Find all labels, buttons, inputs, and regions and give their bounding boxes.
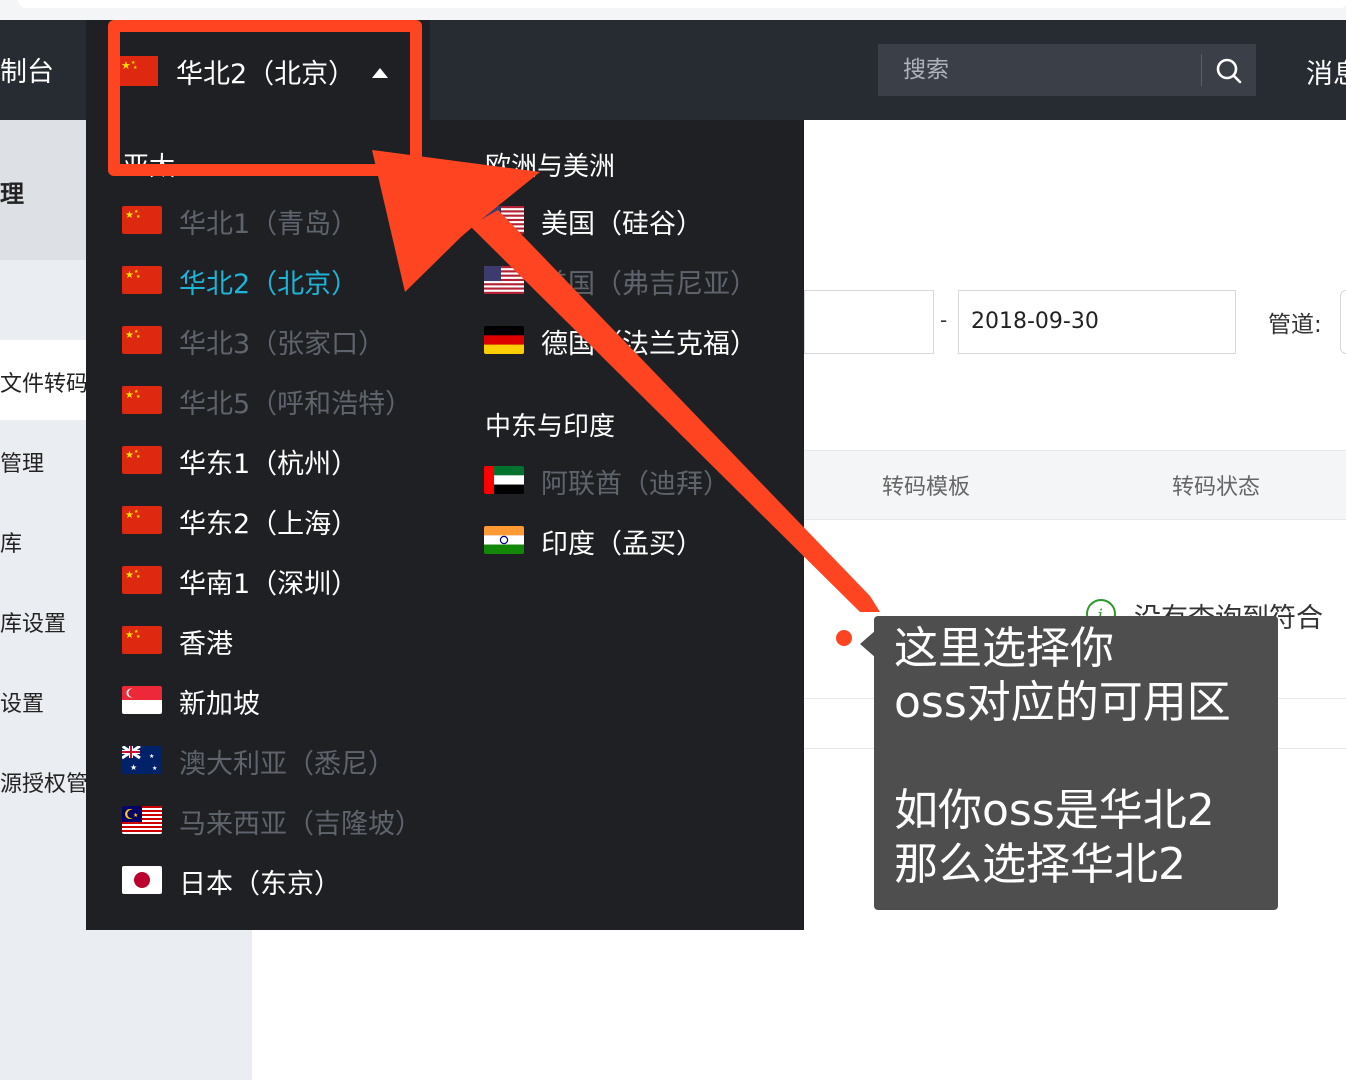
region-option-label: 香港 [179, 629, 233, 660]
cn-flag-icon: ★ ★ ★ [122, 326, 162, 354]
region-option-label: 澳大利亚（悉尼） [179, 749, 395, 780]
sg-flag-icon [122, 686, 162, 714]
column-header-status[interactable]: 转码状态 [1172, 469, 1260, 501]
svg-text:★: ★ [152, 765, 157, 772]
hk-flag-icon: ★ ★ ★ [122, 626, 162, 654]
svg-text:★: ★ [136, 334, 141, 340]
svg-text:★: ★ [130, 763, 137, 772]
annotation-note: 这里选择你 oss对应的可用区 如你oss是华北2 那么选择华北2 [874, 616, 1278, 910]
cn-flag-icon: ★ ★ ★ [122, 266, 162, 294]
region-option-label: 日本（东京） [179, 869, 341, 900]
region-dropdown-panel: 亚太 ★ ★ ★ 华北1（青岛） ★ ★ ★ 华北2（北京） ★ ★ ★ 华北3（张家口） ★ ★ ★ 华北5… [86, 120, 804, 930]
region-option-label: 华南1（深圳） [179, 569, 359, 600]
region-option-label: 华北5（呼和浩特） [179, 389, 413, 420]
annotation-highlight-box [108, 20, 422, 176]
svg-text:★: ★ [125, 510, 134, 521]
svg-text:★: ★ [125, 390, 134, 401]
group-title-middle-east-india: 中东与印度 [485, 412, 616, 442]
browser-top-strip [0, 0, 1346, 20]
table-header: 转码模板 转码状态 [804, 450, 1346, 520]
group-title-europe-americas: 欧洲与美洲 [485, 152, 616, 182]
svg-text:★: ★ [136, 574, 141, 580]
search-divider [1201, 54, 1202, 86]
svg-text:★: ★ [136, 274, 141, 280]
region-option-label: 华北3（张家口） [179, 329, 386, 360]
date-start-field[interactable] [804, 290, 934, 354]
region-option-label: 德国（法兰克福） [541, 329, 757, 360]
svg-text:★: ★ [136, 214, 141, 220]
svg-text:★: ★ [125, 570, 134, 581]
svg-text:★: ★ [136, 514, 141, 520]
sidebar-item-settings[interactable]: 设置 [0, 686, 44, 718]
console-title[interactable]: 控制台 [0, 50, 54, 89]
sidebar-item-source-auth[interactable]: 源授权管 [0, 766, 88, 798]
date-end-value: 2018-09-30 [971, 309, 1099, 334]
svg-text:★: ★ [125, 210, 134, 221]
de-flag-icon [484, 326, 524, 354]
region-option-label: 印度（孟买） [541, 529, 703, 560]
date-separator: - [940, 308, 948, 332]
us-flag-icon [484, 266, 524, 294]
region-option-label: 阿联酋（迪拜） [541, 469, 730, 500]
search-input[interactable] [903, 55, 1193, 85]
browser-address-bar [18, 0, 1346, 8]
svg-text:★: ★ [149, 753, 154, 760]
sidebar-item-management[interactable]: 管理 [0, 446, 44, 478]
ae-flag-icon [484, 466, 524, 494]
svg-text:★: ★ [125, 270, 134, 281]
cn-flag-icon: ★ ★ ★ [122, 206, 162, 234]
cn-flag-icon: ★ ★ ★ [122, 566, 162, 594]
region-option-label: 美国（硅谷） [541, 209, 703, 240]
date-end-field[interactable]: 2018-09-30 [958, 290, 1236, 354]
pipeline-select[interactable] [1340, 290, 1346, 354]
svg-text:★: ★ [125, 450, 134, 461]
svg-text:★: ★ [136, 394, 141, 400]
svg-text:★: ★ [136, 634, 141, 640]
cn-flag-icon: ★ ★ ★ [122, 446, 162, 474]
pipeline-label: 管道: [1268, 312, 1322, 338]
au-flag-icon: ★ ★ ★ [122, 746, 162, 774]
column-header-template[interactable]: 转码模板 [882, 469, 970, 501]
in-flag-icon [484, 526, 524, 554]
sidebar-section-title: 处理 [0, 180, 24, 208]
sidebar-item-library-settings[interactable]: 本库设置 [0, 606, 66, 638]
annotation-dot [836, 630, 852, 646]
messages-link[interactable]: 消息 [1306, 52, 1346, 91]
us-flag-icon [484, 206, 524, 234]
annotation-text: 这里选择你 oss对应的可用区 如你oss是华北2 那么选择华北2 [894, 623, 1231, 890]
svg-text:★: ★ [125, 330, 134, 341]
svg-text:★: ★ [125, 630, 134, 641]
cn-flag-icon: ★ ★ ★ [122, 386, 162, 414]
region-option-label: 华北1（青岛） [179, 209, 359, 240]
region-option-label: 华东2（上海） [179, 509, 359, 540]
region-option-label: 新加坡 [179, 689, 260, 720]
region-option-label: 华北2（北京） [179, 269, 359, 300]
sidebar-item-file-transcode[interactable]: 文件转码 [0, 366, 88, 398]
cn-flag-icon: ★ ★ ★ [122, 506, 162, 534]
svg-text:★: ★ [136, 454, 141, 460]
search-box[interactable] [878, 44, 1256, 96]
region-option-label: 华东1（杭州） [179, 449, 359, 480]
jp-flag-icon [122, 866, 162, 894]
search-icon[interactable] [1214, 56, 1244, 86]
my-flag-icon: ★ [122, 806, 162, 834]
svg-text:★: ★ [133, 812, 138, 819]
region-option-label: 美国（弗吉尼亚） [541, 269, 757, 300]
region-option-label: 马来西亚（吉隆坡） [179, 809, 422, 840]
sidebar-item-library[interactable]: 本库 [0, 526, 22, 558]
